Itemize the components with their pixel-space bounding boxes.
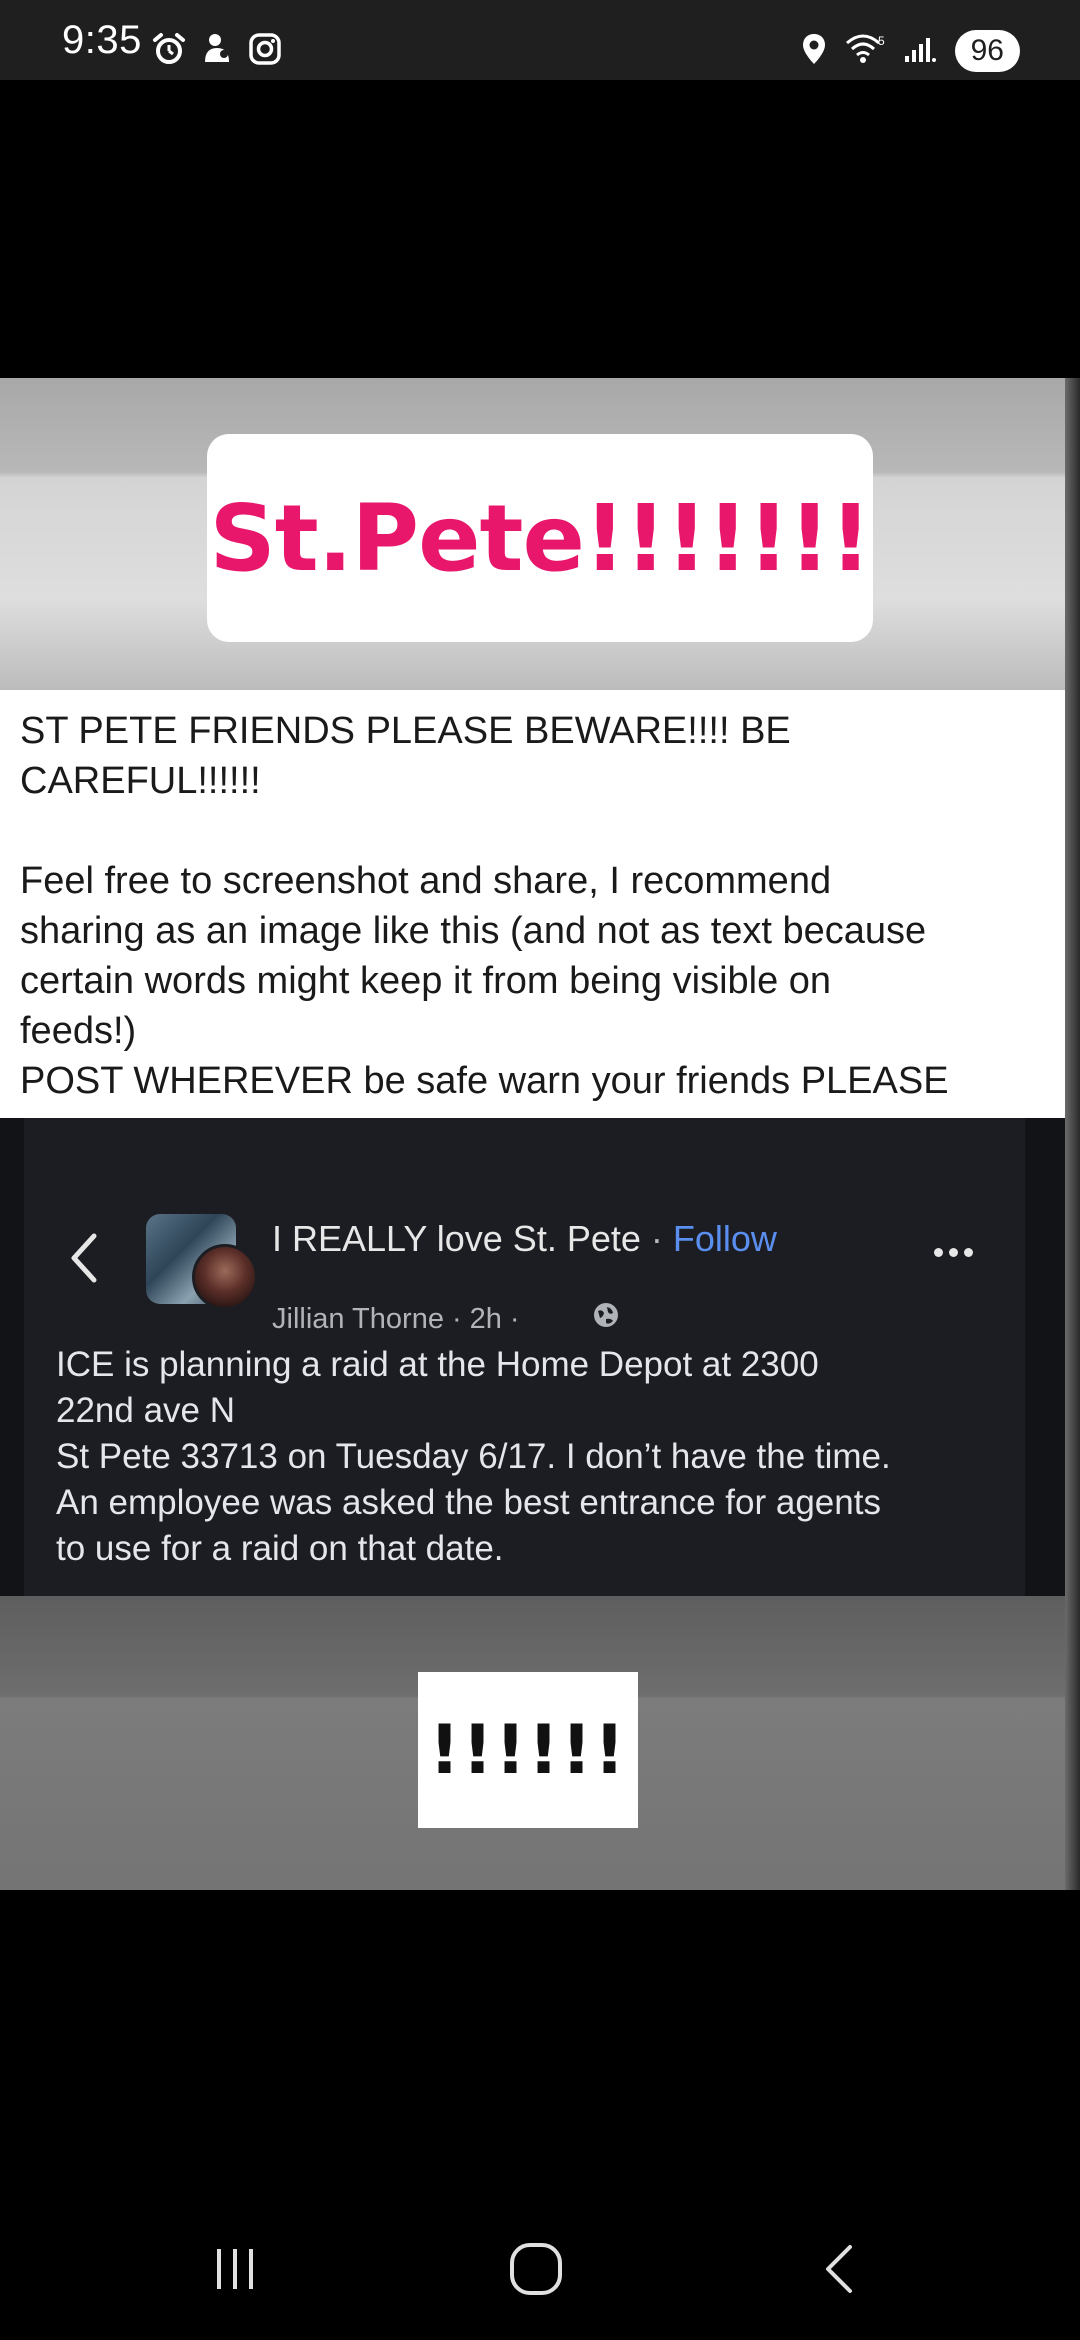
caption-line: sharing as an image like this (and not a… — [20, 910, 927, 952]
back-chevron-icon — [60, 1228, 110, 1288]
wifi-icon: 5 — [845, 33, 885, 70]
caption-line: POST WHEREVER be safe warn your friends … — [20, 1060, 949, 1102]
post-body-line: to use for a raid on that date. — [56, 1529, 504, 1568]
alarm-icon — [152, 32, 186, 71]
card-edge-left — [0, 1118, 24, 1596]
caption-line: Feel free to screenshot and share, I rec… — [20, 860, 832, 902]
app-notification-icon — [202, 32, 232, 71]
post-body-line: An employee was asked the best entrance … — [56, 1483, 881, 1522]
battery-indicator: 96 — [954, 30, 1020, 72]
author-name: Jillian Thorne — [272, 1302, 444, 1335]
author-avatar — [192, 1244, 258, 1310]
back-button[interactable] — [805, 2236, 875, 2306]
title-card: St.Pete!!!!!!! — [207, 434, 873, 642]
back-icon — [818, 2241, 862, 2302]
post-body-line: ICE is planning a raid at the Home Depot… — [56, 1345, 819, 1384]
recent-apps-icon — [209, 2243, 261, 2300]
group-name: I REALLY love St. Pete — [272, 1218, 641, 1259]
meta-dot: · — [451, 1302, 462, 1335]
home-icon — [508, 2241, 564, 2302]
more-options-icon — [934, 1248, 973, 1257]
caption-line: ST PETE FRIENDS PLEASE BEWARE!!!! BE — [20, 710, 791, 752]
status-time: 9:35 — [62, 18, 142, 62]
title-text: St.Pete!!!!!!! — [209, 484, 871, 592]
location-icon — [801, 32, 827, 71]
post-header: I REALLY love St. Pete · Follow — [272, 1218, 777, 1260]
follow-link: Follow — [672, 1218, 777, 1259]
separator-dot: · — [640, 1218, 673, 1259]
status-left-icons — [152, 32, 282, 71]
image-right-edge — [1065, 378, 1080, 1890]
caption-line: CAREFUL!!!!!! — [20, 760, 261, 802]
status-bar: 9:35 5 96 — [0, 0, 1080, 80]
status-right-icons: 5 96 — [801, 30, 1020, 72]
post-body-line: 22nd ave N — [56, 1391, 236, 1430]
instagram-icon — [248, 32, 282, 71]
post-body-line: St Pete 33713 on Tuesday 6/17. I don’t h… — [56, 1437, 891, 1476]
home-button[interactable] — [501, 2236, 571, 2306]
svg-text:5: 5 — [878, 34, 885, 48]
recent-apps-button[interactable] — [200, 2236, 270, 2306]
exclamation-text: !!!!!! — [428, 1710, 628, 1790]
meta-dot: · — [509, 1302, 520, 1335]
exclamation-card: !!!!!! — [418, 1672, 638, 1828]
post-time: 2h — [469, 1302, 502, 1335]
caption-line: certain words might keep it from being v… — [20, 960, 832, 1002]
caption-line: feeds!) — [20, 1010, 137, 1052]
card-edge-right — [1025, 1118, 1065, 1596]
signal-icon — [903, 34, 937, 69]
shared-image[interactable]: St.Pete!!!!!!! ST PETE FRIENDS PLEASE BE… — [0, 378, 1080, 1890]
facebook-post-screenshot: I REALLY love St. Pete · Follow Jillian … — [0, 1118, 1065, 1596]
navigation-bar — [0, 2190, 1080, 2340]
